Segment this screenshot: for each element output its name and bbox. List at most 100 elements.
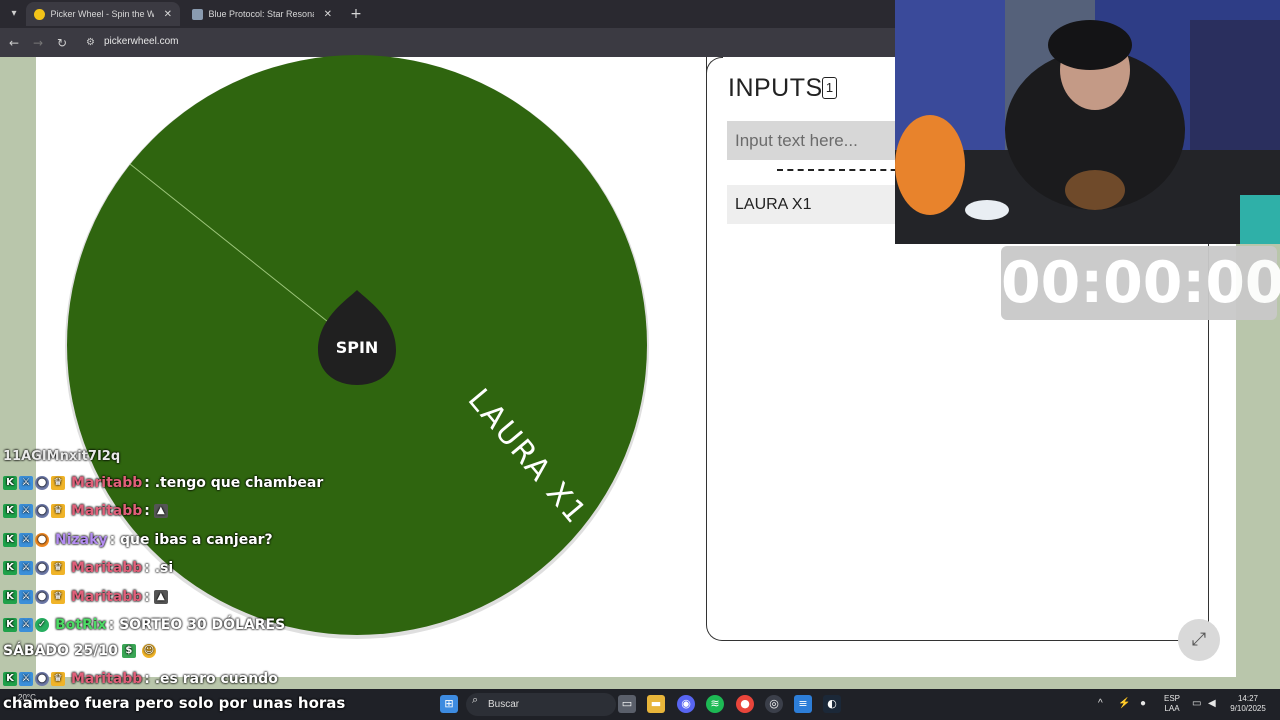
cat-badge-icon: ● — [35, 561, 49, 575]
chat-message: K ⚔ ● Nizaky : que ibas a canjear? — [3, 529, 273, 551]
cat-badge-icon: ● — [35, 476, 49, 490]
chat-message: K ⚔ ● ♛ Maritabb : ▲ — [3, 586, 170, 608]
chrome-icon[interactable]: ● — [736, 695, 754, 713]
kick-badge-icon: K — [3, 476, 17, 490]
tab-blue-protocol[interactable]: Blue Protocol: Star Resonance ✕ — [184, 2, 340, 26]
sword-badge-icon: ⚔ — [19, 561, 33, 575]
crown-badge-icon: ♛ — [51, 476, 65, 490]
new-tab-plus-icon[interactable]: + — [346, 4, 366, 24]
taskbar-search-box[interactable]: Buscar — [466, 693, 616, 716]
chat-text: : — [144, 589, 150, 605]
crown-badge-icon: ♛ — [51, 504, 65, 518]
sword-badge-icon: ⚔ — [19, 476, 33, 490]
chat-text: : .tengo que chambear — [144, 475, 324, 491]
money-emoji-icon: $ — [121, 644, 136, 658]
windows-start-icon[interactable]: ⊞ — [440, 695, 458, 713]
volume-icon[interactable]: ◀ — [1208, 699, 1216, 709]
tray-chevron-up-icon[interactable]: ^ — [1098, 699, 1103, 709]
crown-badge-icon: ♛ — [51, 590, 65, 604]
chat-text: : SORTEO 30 DÓLARES — [108, 617, 286, 633]
chat-message: K ⚔ ● ♛ Maritabb : .tengo que chambear — [3, 472, 323, 494]
chat-text: SÁBADO 25/10 — [3, 643, 118, 659]
stream-timer: 00:00:00 — [1001, 246, 1280, 320]
spotify-icon[interactable]: ≋ — [706, 695, 724, 713]
network-icon[interactable]: ⚡ — [1118, 699, 1130, 709]
chat-username[interactable]: Nizaky — [55, 532, 108, 548]
kick-badge-icon: K — [3, 618, 17, 632]
spin-label[interactable]: SPIN — [336, 338, 379, 357]
chat-username[interactable]: Maritabb — [71, 503, 142, 519]
kick-badge-icon: K — [3, 672, 17, 686]
tab-picker-wheel[interactable]: Picker Wheel - Spin the Wheel ✕ — [26, 2, 180, 26]
search-icon: ⌕ — [472, 693, 479, 706]
sword-badge-icon: ⚔ — [19, 590, 33, 604]
chat-text: : — [144, 503, 150, 519]
webcam-overlay — [895, 0, 1280, 244]
sword-badge-icon: ⚔ — [19, 672, 33, 686]
expand-fullscreen-icon[interactable]: ⤢ — [1178, 619, 1220, 661]
cat-badge-icon: ● — [35, 590, 49, 604]
kick-badge-icon: K — [3, 504, 17, 518]
chat-message: K ⚔ ● ♛ Maritabb : .si — [3, 557, 173, 579]
chat-message: SÁBADO 25/10 $ ☺ — [3, 640, 158, 662]
chat-partial-line: 11AGIMnxit7I2q — [3, 448, 121, 464]
discord-icon[interactable]: ◉ — [677, 695, 695, 713]
chat-username[interactable]: Maritabb — [71, 671, 142, 687]
sword-badge-icon: ⚔ — [19, 618, 33, 632]
back-arrow-icon[interactable]: ← — [4, 33, 24, 53]
display-icon[interactable]: ▭ — [1192, 699, 1201, 709]
steam-icon[interactable]: ◐ — [823, 695, 841, 713]
tab-label: Picker Wheel - Spin the Wheel — [50, 9, 154, 19]
forward-arrow-icon[interactable]: → — [28, 33, 48, 53]
sword-badge-icon: ⚔ — [19, 504, 33, 518]
cat-badge-icon: ● — [35, 672, 49, 686]
blue-protocol-favicon-icon — [192, 8, 203, 20]
crown-badge-icon: ♛ — [51, 561, 65, 575]
chat-message: K ⚔ ✓ BotRix : SORTEO 30 DÓLARES — [3, 614, 285, 636]
task-view-icon[interactable]: ▭ — [618, 695, 636, 713]
chat-username[interactable]: Maritabb — [71, 560, 142, 576]
verified-badge-icon: ✓ — [35, 618, 49, 632]
chat-username[interactable]: Maritabb — [71, 589, 142, 605]
emote-icon: ▲ — [153, 504, 168, 518]
sword-badge-icon: ⚔ — [19, 533, 33, 547]
plush-toy — [895, 115, 965, 215]
kick-badge-icon: K — [3, 533, 17, 547]
microphone-icon[interactable]: ● — [1140, 699, 1146, 709]
cat-badge-icon: ● — [35, 504, 49, 518]
close-icon[interactable]: ✕ — [324, 9, 332, 20]
subscriber-badge-icon: ● — [35, 533, 49, 547]
chat-continuation-line: chambeo fuera pero solo por unas horas — [3, 694, 346, 712]
page-left-background — [0, 57, 36, 677]
inputs-count-badge: 1 — [822, 77, 837, 99]
emote-icon: ▲ — [153, 590, 168, 604]
clock-date: 9/10/2025 — [1230, 704, 1266, 713]
url-text[interactable]: pickerwheel.com — [104, 36, 178, 47]
chat-text: : .es raro cuando — [144, 671, 278, 687]
obs-icon[interactable]: ◎ — [765, 695, 783, 713]
kick-badge-icon: K — [3, 590, 17, 604]
chat-text: : que ibas a canjear? — [109, 532, 273, 548]
chat-username[interactable]: Maritabb — [71, 475, 142, 491]
language-indicator[interactable]: ESP LAA — [1164, 694, 1180, 714]
close-icon[interactable]: ✕ — [164, 9, 172, 20]
tab-label: Blue Protocol: Star Resonance — [208, 9, 314, 19]
tab-search-icon[interactable]: ▾ — [4, 4, 24, 24]
clock-time: 14:27 — [1237, 694, 1259, 703]
picker-wheel-favicon-icon — [34, 8, 45, 20]
chat-message: K ⚔ ● ♛ Maritabb : .es raro cuando — [3, 668, 278, 690]
language-bottom: LAA — [1164, 704, 1180, 713]
screen: ▾ Picker Wheel - Spin the Wheel ✕ Blue P… — [0, 0, 1280, 720]
dashed-separator — [777, 169, 907, 171]
clock[interactable]: 14:27 9/10/2025 — [1228, 694, 1268, 714]
crown-badge-icon: ♛ — [51, 672, 65, 686]
chat-text: : .si — [144, 560, 174, 576]
chat-message: K ⚔ ● ♛ Maritabb : ▲ — [3, 500, 170, 522]
language-top: ESP — [1164, 694, 1181, 703]
money-face-emoji-icon: ☺ — [141, 644, 156, 658]
inputs-title: INPUTS — [728, 74, 823, 102]
kick-badge-icon: K — [3, 561, 17, 575]
chat-username[interactable]: BotRix — [55, 617, 107, 633]
file-explorer-icon[interactable]: ▬ — [647, 695, 665, 713]
notepad-icon[interactable]: ≡ — [794, 695, 812, 713]
